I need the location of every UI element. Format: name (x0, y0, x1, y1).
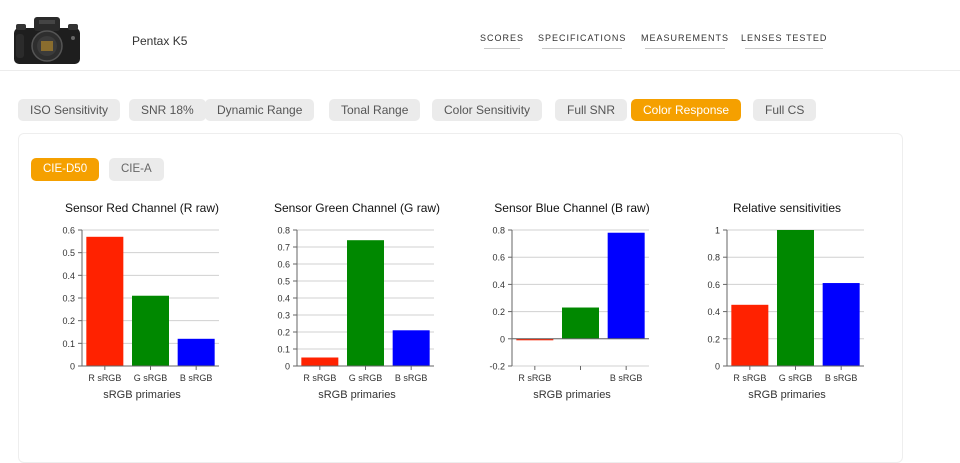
y-tick-label: 0.8 (492, 226, 505, 236)
chart-title: Relative sensitivities (732, 201, 842, 215)
x-tick-label: G sRGB (349, 373, 383, 383)
y-tick-label: 0.8 (707, 253, 720, 263)
chart-relative-sensitivities: 0 0.2 0.4 0.6 0.8 1 R sRGB G sRGB B sRGB Relativ… (672, 195, 902, 410)
x-tick-label: R sRGB (733, 373, 766, 383)
chart-title: Sensor Green Channel (G raw) (273, 201, 441, 215)
nav-underline (645, 48, 726, 49)
nav-lenses-tested[interactable]: LENSES TESTED (741, 33, 828, 49)
nav-underline (484, 48, 521, 49)
y-tick-label: 0.1 (277, 345, 290, 355)
tab-color-sensitivity[interactable]: Color Sensitivity (432, 99, 543, 121)
chart-xlabel: sRGB primaries (748, 389, 826, 401)
y-tick-label: 0.6 (707, 280, 720, 290)
camera-image (14, 17, 80, 64)
y-tick-label: 0.3 (277, 311, 290, 321)
chart-title: Sensor Blue Channel (B raw) (494, 201, 650, 215)
bar (562, 307, 599, 339)
x-tick-label: B sRGB (825, 373, 858, 383)
chart-xlabel: sRGB primaries (103, 389, 181, 401)
tab-full-snr[interactable]: Full SNR (555, 99, 628, 121)
chart-svg: 0 0.1 0.2 0.3 0.4 0.5 0.6 R sRGB G sRGB B sRGB (62, 226, 219, 383)
y-tick-label: 0.5 (277, 277, 290, 287)
tab-iso-sensitivity[interactable]: ISO Sensitivity (18, 99, 121, 121)
nav-specifications-label: SPECIFICATIONS (538, 33, 627, 43)
nav-lenses-tested-label: LENSES TESTED (741, 33, 828, 43)
y-tick-label: 0.2 (277, 328, 290, 338)
y-tick-label: -0.2 (489, 362, 505, 372)
bar (822, 283, 860, 366)
x-tick-label: B sRGB (180, 373, 213, 383)
x-tick-label: R sRGB (303, 373, 336, 383)
chart-title: Sensor Red Channel (R raw) (64, 201, 220, 215)
tab-tonal-range[interactable]: Tonal Range (329, 99, 421, 121)
nav-specifications[interactable]: SPECIFICATIONS (538, 33, 627, 49)
x-tick-label: G sRGB (134, 373, 168, 383)
y-tick-label: 0 (500, 334, 505, 344)
y-tick-label: 0.4 (277, 294, 290, 304)
bar (777, 230, 814, 366)
nav-measurements[interactable]: MEASUREMENTS (641, 33, 730, 49)
tab-snr-18[interactable]: SNR 18% (129, 99, 206, 121)
y-tick-label: 0.4 (707, 307, 720, 317)
nav-scores-label: SCORES (480, 33, 525, 43)
y-tick-label: 0.2 (492, 307, 505, 317)
bar (301, 357, 339, 366)
bar (731, 304, 769, 366)
y-tick-label: 0.8 (277, 226, 290, 236)
chart-red-channel: 0 0.1 0.2 0.3 0.4 0.5 0.6 R sRGB G sRGB B sRGB Se… (27, 195, 257, 410)
x-tick-label: R sRGB (88, 373, 121, 383)
x-tick-label: B sRGB (395, 373, 428, 383)
y-tick-label: 0.6 (277, 260, 290, 270)
chart-green-channel: 0 0.1 0.2 0.3 0.4 0.5 0.6 0.7 0.8 R sRGB G sRGB B s… (242, 195, 472, 410)
x-tick-label: G sRGB (779, 373, 813, 383)
x-tick-label: B sRGB (610, 373, 643, 383)
nav-underline (745, 48, 824, 49)
y-tick-label: 0.3 (62, 294, 75, 304)
chart-xlabel: sRGB primaries (318, 389, 396, 401)
y-tick-label: 0.2 (62, 316, 75, 326)
y-tick-label: 1 (715, 226, 720, 236)
y-tick-label: 0 (715, 362, 720, 372)
y-tick-label: 0.4 (62, 271, 75, 281)
camera-name: Pentax K5 (132, 34, 188, 48)
tab-dynamic-range[interactable]: Dynamic Range (205, 99, 315, 121)
y-tick-label: 0.6 (492, 253, 505, 263)
y-tick-label: 0.5 (62, 248, 75, 258)
y-tick-label: 0.2 (707, 334, 720, 344)
chart-blue-channel: -0.2 0 0.2 0.4 0.6 0.8 R sRGB B sRGB Sensor Blu… (457, 195, 687, 410)
bar (347, 240, 384, 366)
y-tick-label: 0.4 (492, 280, 505, 290)
chart-svg: -0.2 0 0.2 0.4 0.6 0.8 R sRGB B sRGB (489, 226, 649, 383)
bar (392, 330, 430, 366)
illuminant-cie-a[interactable]: CIE-A (109, 158, 164, 181)
site-header: Pentax K5 SCORES SPECIFICATIONS MEASUREM… (0, 0, 960, 71)
bar (607, 232, 645, 339)
nav-measurements-label: MEASUREMENTS (641, 33, 730, 43)
nav-scores[interactable]: SCORES (480, 33, 525, 49)
tab-color-response[interactable]: Color Response (631, 99, 742, 121)
chart-svg: 0 0.1 0.2 0.3 0.4 0.5 0.6 0.7 0.8 R sRGB G sRGB B s… (277, 226, 434, 383)
chart-svg: 0 0.2 0.4 0.6 0.8 1 R sRGB G sRGB B sRGB (707, 226, 864, 383)
y-tick-label: 0 (70, 362, 75, 372)
illuminant-cie-d50[interactable]: CIE-D50 (31, 158, 100, 181)
chart-xlabel: sRGB primaries (533, 389, 611, 401)
bar (132, 295, 169, 366)
bar (86, 236, 124, 366)
tab-full-cs[interactable]: Full CS (753, 99, 817, 121)
y-tick-label: 0 (285, 362, 290, 372)
x-tick-label: R sRGB (518, 373, 551, 383)
y-tick-label: 0.7 (277, 243, 290, 253)
y-tick-label: 0.1 (62, 339, 75, 349)
bar (177, 338, 215, 366)
y-tick-label: 0.6 (62, 226, 75, 236)
nav-underline (542, 48, 623, 49)
